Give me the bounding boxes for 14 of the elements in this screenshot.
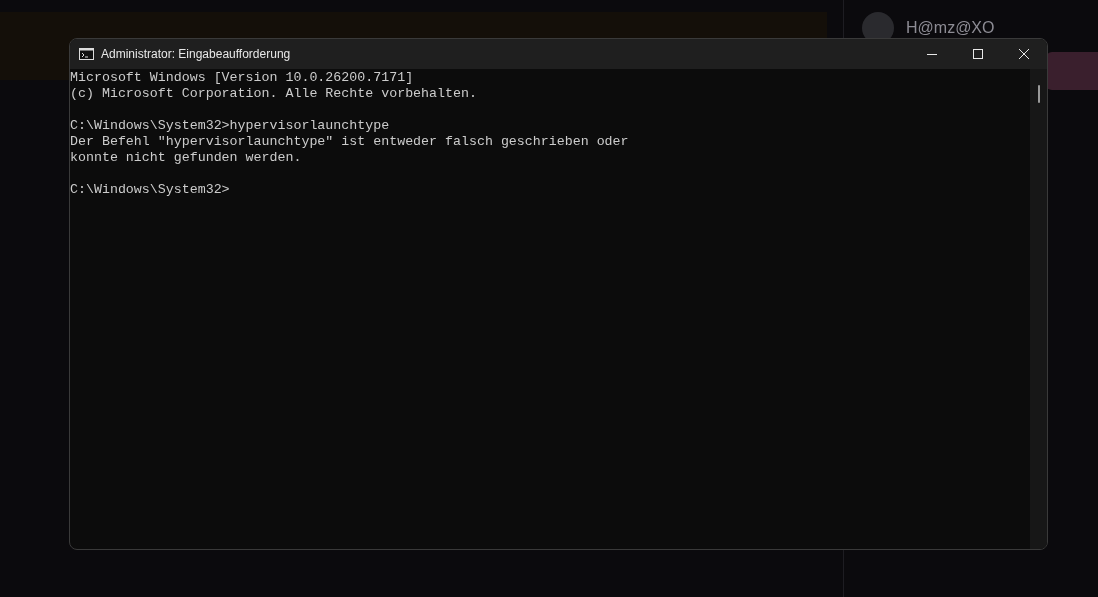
scrollbar-thumb[interactable] bbox=[1037, 85, 1040, 103]
console-line: Der Befehl "hypervisorlaunchtype" ist entweder falsch geschrieben oder bbox=[70, 134, 629, 150]
user-name: H@mz@XO bbox=[906, 18, 995, 38]
console-icon bbox=[79, 48, 94, 60]
maximize-icon bbox=[973, 49, 983, 59]
image-placeholder bbox=[1046, 52, 1098, 90]
console-line: Microsoft Windows [Version 10.0.26200.7171] bbox=[70, 70, 414, 86]
close-icon bbox=[1019, 49, 1029, 59]
window-title: Administrator: Eingabeaufforderung bbox=[101, 46, 291, 63]
console-line: C:\Windows\System32> bbox=[70, 182, 230, 198]
minimize-icon bbox=[927, 53, 937, 55]
console-line: konnte nicht gefunden werden. bbox=[70, 150, 302, 166]
console-line: (c) Microsoft Corporation. Alle Rechte vorbehalten. bbox=[70, 86, 477, 102]
console-line: C:\Windows\System32>hypervisorlaunchtype bbox=[70, 118, 390, 134]
